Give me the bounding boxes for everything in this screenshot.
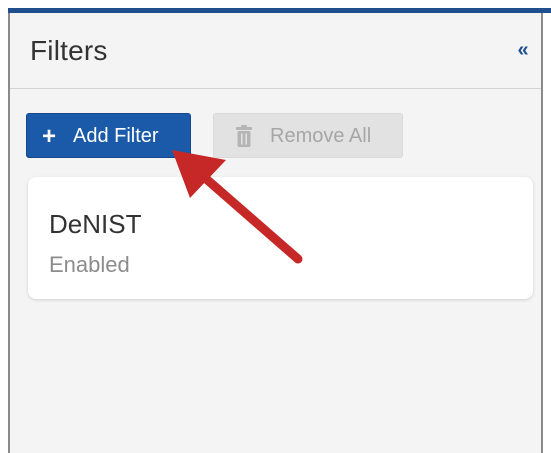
- plus-icon: +: [42, 123, 57, 150]
- screenshot-frame: Filters « + Add Filter Remove All DeNIST…: [0, 0, 551, 453]
- add-filter-button[interactable]: + Add Filter: [26, 113, 191, 158]
- filter-status: Enabled: [49, 252, 130, 277]
- double-chevron-left-icon: «: [517, 39, 529, 61]
- trash-icon: [236, 125, 252, 147]
- red-arrow-icon: [172, 150, 303, 264]
- add-filter-label: Add Filter: [73, 125, 159, 147]
- filter-name: DeNIST: [49, 209, 142, 239]
- panel-header: Filters «: [10, 13, 541, 89]
- panel-title: Filters: [30, 35, 108, 66]
- collapse-panel-button[interactable]: «: [511, 38, 535, 62]
